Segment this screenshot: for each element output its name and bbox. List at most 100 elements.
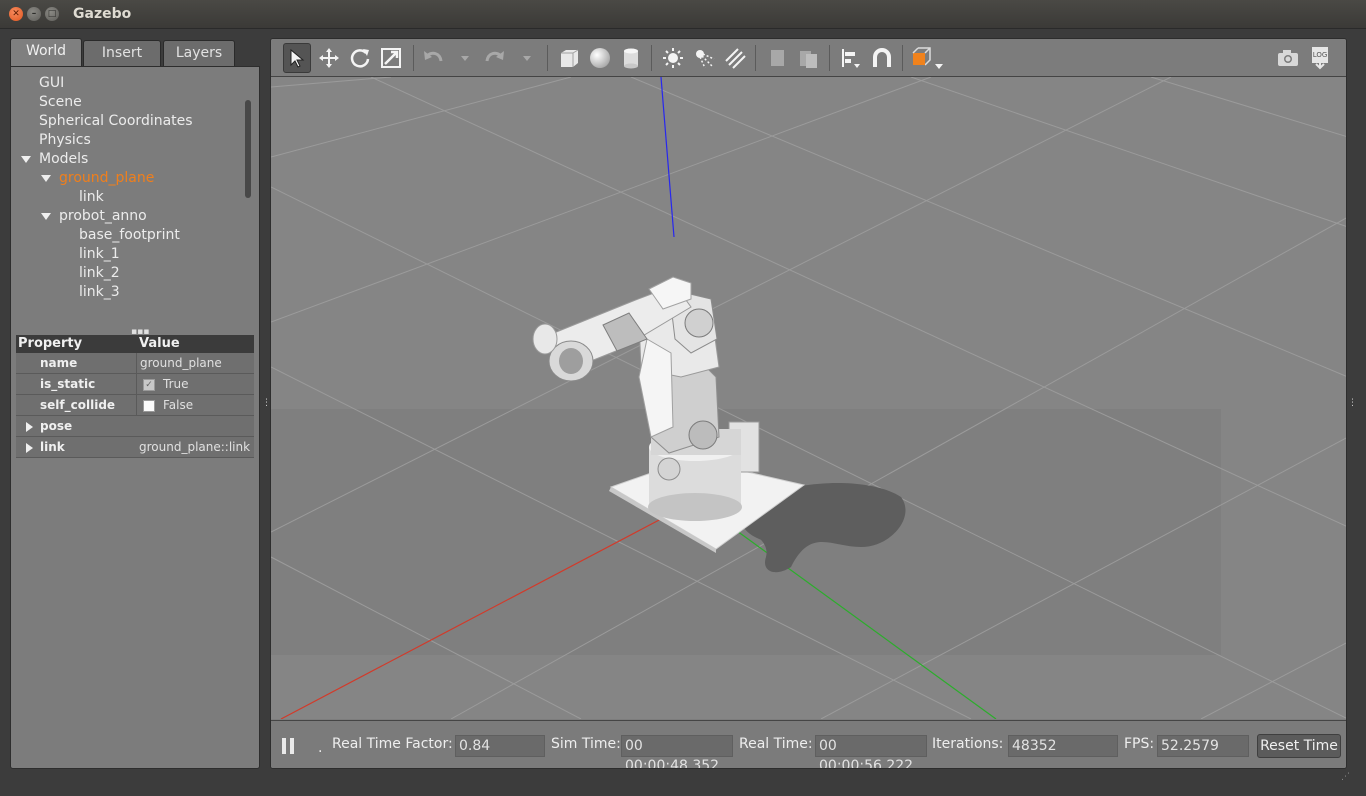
- tree-item-label: ground_plane: [59, 170, 155, 186]
- log-icon-text: LOG: [1313, 51, 1328, 59]
- tab-layers[interactable]: Layers: [163, 40, 235, 67]
- property-header: Property Value: [16, 335, 254, 353]
- sphere-icon[interactable]: [586, 43, 614, 73]
- property-name: is_static: [40, 377, 96, 391]
- property-value-cell: ✓ True: [136, 374, 254, 394]
- property-value: [136, 416, 254, 436]
- tree-item-label: Scene: [39, 94, 82, 110]
- real-time-factor-field: 0.84: [455, 735, 545, 757]
- undo-icon[interactable]: [419, 43, 447, 73]
- spot-light-icon[interactable]: [690, 43, 718, 73]
- left-tabs: World Insert Layers: [10, 38, 260, 67]
- point-light-icon[interactable]: [659, 43, 687, 73]
- paste-icon[interactable]: [794, 43, 822, 73]
- reset-time-button[interactable]: Reset Time: [1257, 734, 1341, 758]
- tree-item-link-3[interactable]: link_3: [79, 284, 120, 301]
- sim-time-field: 00 00:00:48.352: [621, 735, 733, 768]
- scale-icon[interactable]: [377, 43, 405, 73]
- tree-item-scene[interactable]: Scene: [39, 94, 82, 113]
- right-splitter-handle[interactable]: ⋮: [1348, 398, 1357, 408]
- tree-item-label: base_footprint: [79, 227, 180, 243]
- toolbar-separator: [651, 45, 652, 71]
- world-panel: GUI Scene Spherical Coordinates Physics …: [10, 66, 260, 769]
- tree-item-physics[interactable]: Physics: [39, 132, 91, 151]
- redo-history-dropdown-icon[interactable]: [523, 56, 531, 61]
- iterations-label: Iterations:: [932, 736, 1004, 752]
- align-icon[interactable]: [837, 43, 865, 73]
- tree-item-ground-plane[interactable]: ground_plane: [41, 170, 154, 189]
- tree-item-label: GUI: [39, 75, 65, 91]
- window-title: Gazebo: [73, 6, 132, 22]
- 3d-viewport[interactable]: [271, 77, 1346, 719]
- copy-icon[interactable]: [763, 43, 791, 73]
- toolbar-separator: [755, 45, 756, 71]
- property-row-link[interactable]: link ground_plane::link: [16, 437, 254, 458]
- rotate-icon[interactable]: [346, 43, 374, 73]
- toolbar-separator: [413, 45, 414, 71]
- value-column-header: Value: [139, 336, 180, 351]
- maximize-window-button[interactable]: □: [45, 7, 59, 21]
- tree-item-label: link_2: [79, 265, 120, 281]
- tree-item-label: Physics: [39, 132, 91, 148]
- toolbar: LOG: [271, 39, 1346, 77]
- property-value: ground_plane: [136, 353, 254, 373]
- box-icon[interactable]: [555, 43, 583, 73]
- tree-scrollbar[interactable]: [245, 100, 251, 198]
- left-panel: World Insert Layers GUI Scene Spherical …: [10, 38, 260, 769]
- status-bar: . Real Time Factor: 0.84 Sim Time: 00 00…: [271, 720, 1346, 768]
- property-row-pose[interactable]: pose: [16, 416, 254, 437]
- view-angle-dropdown-icon[interactable]: [935, 64, 943, 69]
- redo-icon[interactable]: [481, 43, 509, 73]
- directional-light-icon[interactable]: [721, 43, 749, 73]
- tab-insert[interactable]: Insert: [83, 40, 161, 67]
- tree-item-probot-anno[interactable]: probot_anno: [41, 208, 147, 227]
- real-time-field: 00 00:00:56.222: [815, 735, 927, 768]
- fps-field: 52.2579: [1157, 735, 1249, 757]
- tree-item-link[interactable]: link: [79, 189, 104, 208]
- expand-triangle-icon[interactable]: [21, 155, 31, 163]
- cylinder-icon[interactable]: [617, 43, 645, 73]
- iterations-field: 48352: [1008, 735, 1118, 757]
- log-icon[interactable]: LOG: [1306, 43, 1334, 73]
- property-value: ground_plane::link: [139, 440, 251, 454]
- tree-item-label: Models: [39, 151, 89, 167]
- scene-render: [271, 77, 1346, 719]
- checkbox-checked-icon[interactable]: ✓: [143, 378, 155, 391]
- close-window-button[interactable]: ✕: [9, 7, 23, 21]
- scene-panel: LOG . Real Time Factor: 0.84 Sim Time: 0…: [270, 38, 1347, 769]
- view-angle-icon[interactable]: [909, 43, 937, 73]
- tree-item-label: link_1: [79, 246, 120, 262]
- tree-item-label: link_3: [79, 284, 120, 300]
- property-name: link: [40, 440, 65, 454]
- minimize-window-button[interactable]: –: [27, 7, 41, 21]
- expand-triangle-icon[interactable]: [41, 174, 51, 182]
- property-table: Property Value name ground_plane is_stat…: [16, 335, 254, 458]
- screenshot-icon[interactable]: [1274, 43, 1302, 73]
- tree-item-link-1[interactable]: link_1: [79, 246, 120, 265]
- pause-icon[interactable]: [281, 738, 295, 754]
- property-value: True: [163, 377, 189, 391]
- tree-item-gui[interactable]: GUI: [39, 75, 64, 94]
- resize-grip-icon[interactable]: ⋰: [1341, 772, 1350, 782]
- real-time-label: Real Time:: [739, 736, 813, 752]
- snap-icon[interactable]: [868, 43, 896, 73]
- select-arrow-icon[interactable]: [283, 43, 311, 73]
- expand-triangle-icon[interactable]: [41, 212, 51, 220]
- undo-history-dropdown-icon[interactable]: [461, 56, 469, 61]
- tree-item-label: link: [79, 189, 104, 205]
- property-value: False: [163, 398, 194, 412]
- tree-item-models[interactable]: Models: [21, 151, 88, 170]
- step-indicator: .: [318, 740, 323, 756]
- tree-item-link-2[interactable]: link_2: [79, 265, 120, 284]
- property-row-self-collide[interactable]: self_collide False: [16, 395, 254, 416]
- sim-time-label: Sim Time:: [551, 736, 621, 752]
- tree-item-base-footprint[interactable]: base_footprint: [79, 227, 180, 246]
- checkbox-unchecked-icon[interactable]: [143, 399, 155, 412]
- tree-item-spherical-coordinates[interactable]: Spherical Coordinates: [39, 113, 193, 132]
- toolbar-separator: [902, 45, 903, 71]
- property-row-is-static[interactable]: is_static ✓ True: [16, 374, 254, 395]
- property-row-name[interactable]: name ground_plane: [16, 353, 254, 374]
- property-name: pose: [40, 419, 73, 433]
- translate-icon[interactable]: [315, 43, 343, 73]
- tab-world[interactable]: World: [10, 38, 82, 67]
